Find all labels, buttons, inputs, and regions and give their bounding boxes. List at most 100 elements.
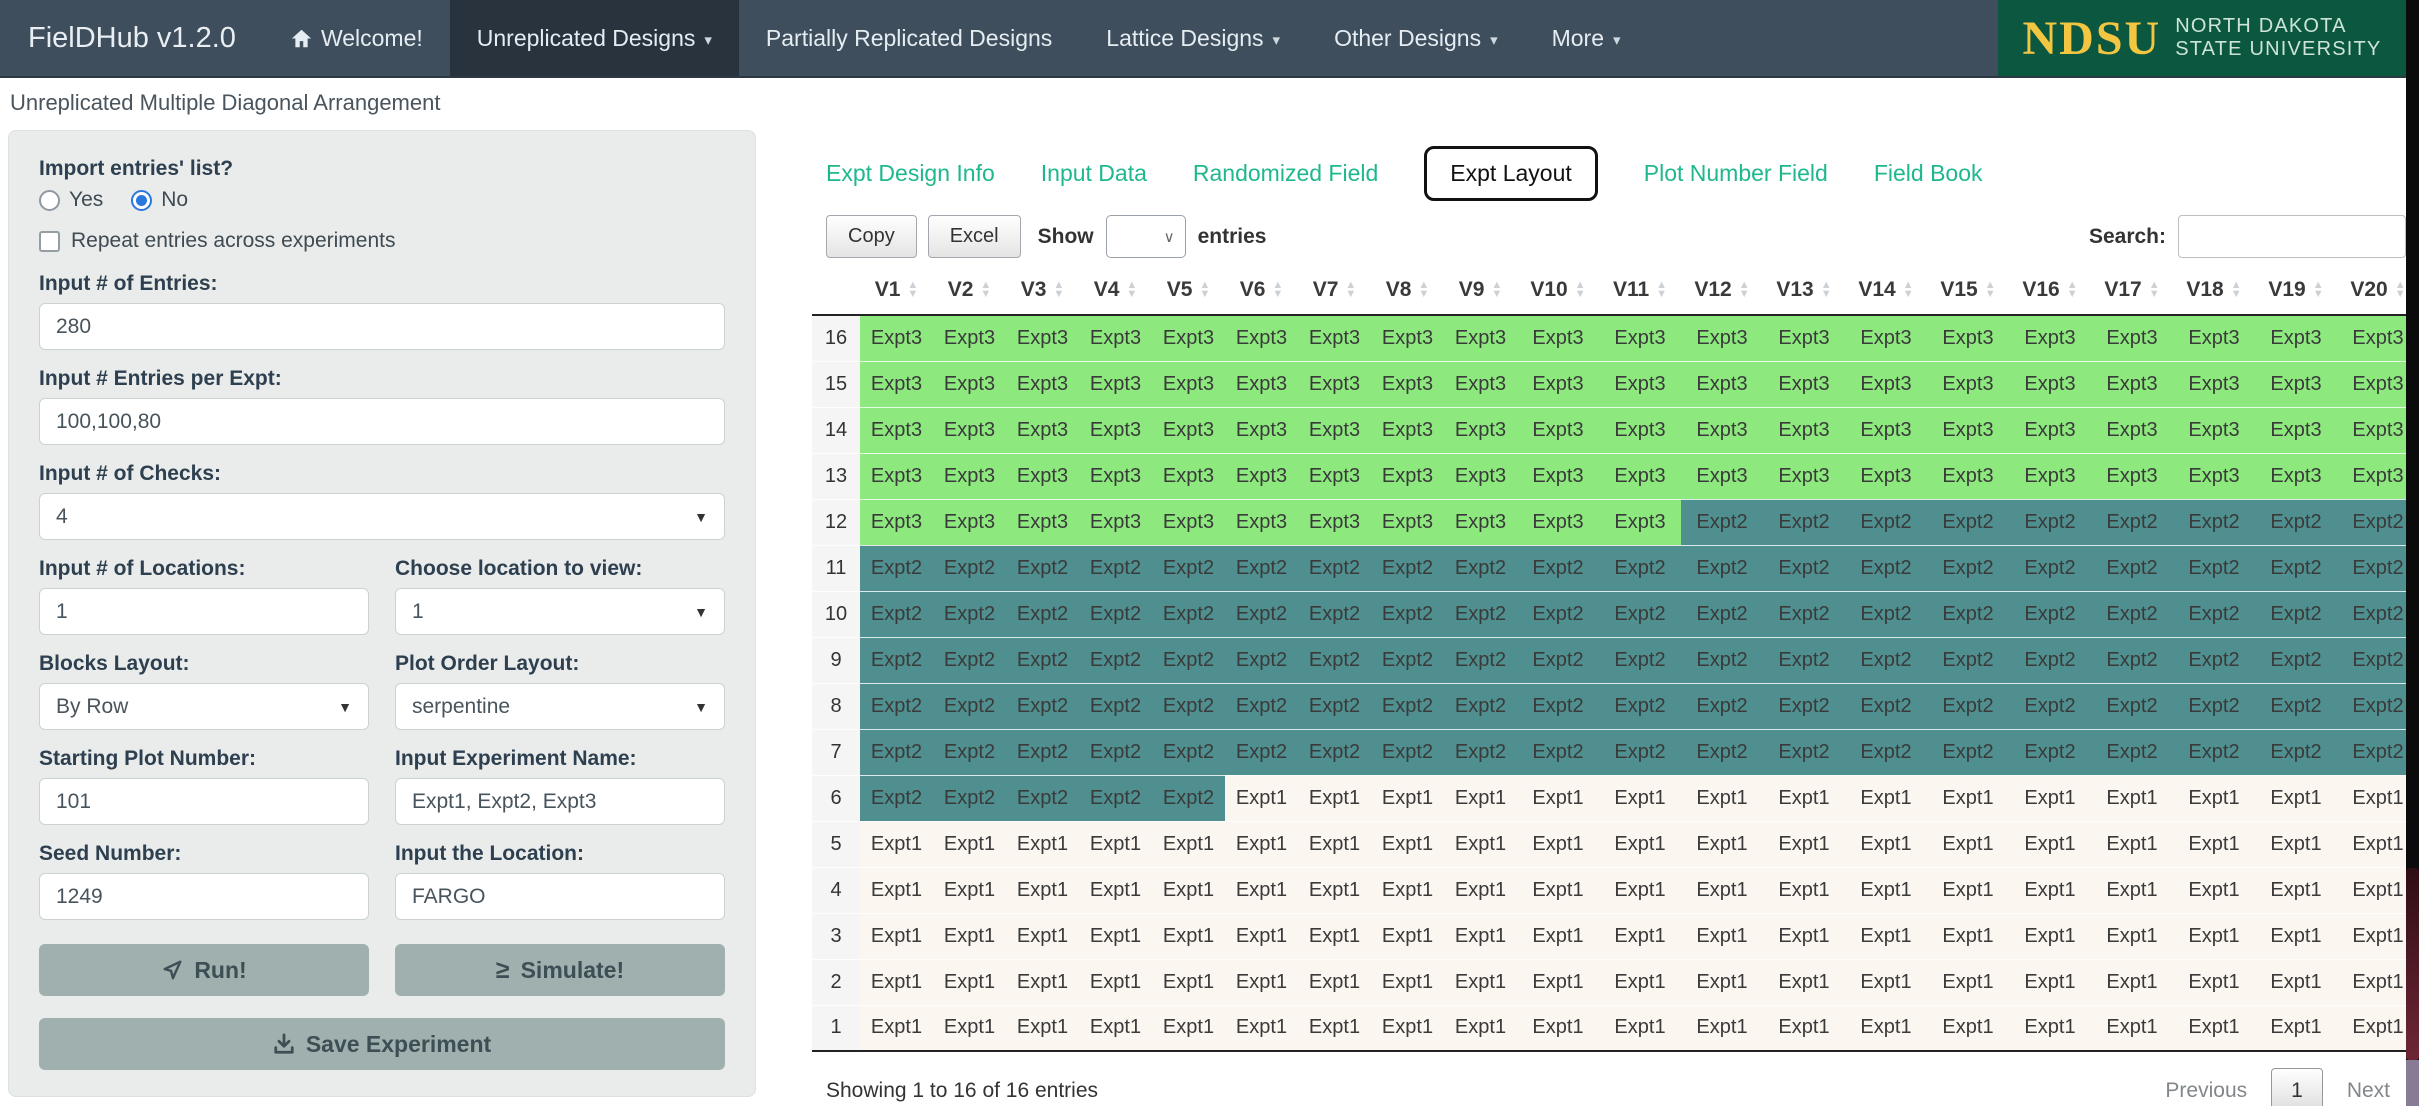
table-cell: Expt2: [1006, 729, 1079, 775]
table-cell: Expt3: [1225, 315, 1298, 361]
column-header-v9[interactable]: V9▲▼: [1444, 268, 1517, 315]
location-view-select[interactable]: 1 ▼: [395, 588, 725, 635]
excel-button[interactable]: Excel: [928, 215, 1021, 258]
previous-page-button[interactable]: Previous: [2149, 1069, 2263, 1106]
save-experiment-button[interactable]: Save Experiment: [39, 1018, 725, 1070]
table-cell: Expt1: [2255, 775, 2337, 821]
column-header-v3[interactable]: V3▲▼: [1006, 268, 1079, 315]
row-number-cell: 13: [812, 453, 860, 499]
table-cell: Expt2: [1444, 729, 1517, 775]
column-header-v19[interactable]: V19▲▼: [2255, 268, 2337, 315]
column-header-v16[interactable]: V16▲▼: [2009, 268, 2091, 315]
table-cell: Expt1: [1079, 821, 1152, 867]
sort-icon: ▲▼: [1656, 281, 1667, 299]
column-header-v11[interactable]: V11 ▲▼: [1599, 268, 1681, 315]
row-number-cell: 7: [812, 729, 860, 775]
column-header-v12[interactable]: V12▲▼: [1681, 268, 1763, 315]
nav-item-unreplicated-designs[interactable]: Unreplicated Designs▾: [450, 0, 739, 76]
radio-no-circle[interactable]: [131, 190, 152, 211]
table-cell: Expt3: [1298, 407, 1371, 453]
column-header-label: V11: [1613, 278, 1649, 302]
column-header-v18[interactable]: V18▲▼: [2173, 268, 2255, 315]
tab-input-data[interactable]: Input Data: [1041, 148, 1147, 199]
table-row: 15Expt3Expt3Expt3Expt3Expt3Expt3Expt3Exp…: [812, 361, 2419, 407]
column-header-v14[interactable]: V14▲▼: [1845, 268, 1927, 315]
column-header-v5[interactable]: V5▲▼: [1152, 268, 1225, 315]
num-checks-select[interactable]: 4 ▼: [39, 493, 725, 540]
table-cell: Expt3: [933, 315, 1006, 361]
table-cell: Expt1: [2173, 821, 2255, 867]
tab-plot-number-field[interactable]: Plot Number Field: [1644, 148, 1828, 199]
column-header-v8[interactable]: V8▲▼: [1371, 268, 1444, 315]
seed-number-input[interactable]: [39, 873, 369, 920]
starting-plot-input[interactable]: [39, 778, 369, 825]
run-button[interactable]: Run!: [39, 944, 369, 996]
nav-item-partially-replicated-designs[interactable]: Partially Replicated Designs: [739, 0, 1079, 76]
page-1-button[interactable]: 1: [2271, 1068, 2323, 1106]
row-number-cell: 3: [812, 913, 860, 959]
table-cell: Expt2: [1006, 775, 1079, 821]
column-header-v17[interactable]: V17▲▼: [2091, 268, 2173, 315]
table-cell: Expt1: [860, 867, 933, 913]
repeat-entries-checkbox[interactable]: [39, 231, 60, 252]
table-cell: Expt1: [2173, 867, 2255, 913]
page-length-select[interactable]: ∨: [1106, 215, 1186, 258]
simulate-button[interactable]: ≥ Simulate!: [395, 944, 725, 996]
next-page-button[interactable]: Next: [2331, 1069, 2406, 1106]
column-header-v6[interactable]: V6▲▼: [1225, 268, 1298, 315]
blocks-layout-select[interactable]: By Row ▼: [39, 683, 369, 730]
row-number-cell: 2: [812, 959, 860, 1005]
table-cell: Expt3: [1298, 361, 1371, 407]
experiment-name-input[interactable]: [395, 778, 725, 825]
scrollbar-thumb[interactable]: [2406, 868, 2419, 1060]
num-locations-input[interactable]: [39, 588, 369, 635]
table-cell: Expt2: [1079, 683, 1152, 729]
table-cell: Expt3: [1079, 407, 1152, 453]
table-cell: Expt2: [1517, 591, 1599, 637]
radio-yes[interactable]: Yes: [39, 188, 103, 212]
column-header-v2[interactable]: V2▲▼: [933, 268, 1006, 315]
table-cell: Expt1: [1298, 1005, 1371, 1051]
tab-randomized-field[interactable]: Randomized Field: [1193, 148, 1378, 199]
table-cell: Expt3: [1225, 361, 1298, 407]
column-header-v7[interactable]: V7▲▼: [1298, 268, 1371, 315]
nav-item-lattice-designs[interactable]: Lattice Designs▾: [1079, 0, 1307, 76]
nav-item-other-designs[interactable]: Other Designs▾: [1307, 0, 1525, 76]
table-cell: Expt2: [860, 637, 933, 683]
repeat-entries-checkbox-row[interactable]: Repeat entries across experiments: [39, 229, 725, 253]
table-cell: Expt2: [2009, 545, 2091, 591]
table-cell: Expt3: [1225, 499, 1298, 545]
column-header-v1[interactable]: V1▲▼: [860, 268, 933, 315]
column-header-v13[interactable]: V13▲▼: [1763, 268, 1845, 315]
table-cell: Expt3: [1225, 407, 1298, 453]
download-icon: [273, 1033, 295, 1055]
table-cell: Expt1: [1599, 1005, 1681, 1051]
table-cell: Expt1: [1927, 867, 2009, 913]
column-header-v4[interactable]: V4▲▼: [1079, 268, 1152, 315]
table-cell: Expt2: [1681, 545, 1763, 591]
nav-item-label: Welcome!: [321, 25, 423, 52]
sort-icon: ▲▼: [1491, 281, 1502, 299]
table-cell: Expt1: [1927, 959, 2009, 1005]
radio-no[interactable]: No: [131, 188, 188, 212]
nav-item-welcome[interactable]: Welcome!: [264, 0, 450, 76]
table-cell: Expt2: [2173, 499, 2255, 545]
column-header-v15[interactable]: V15▲▼: [1927, 268, 2009, 315]
num-entries-input[interactable]: [39, 303, 725, 350]
app-brand[interactable]: FielDHub v1.2.0: [0, 0, 264, 76]
input-location-input[interactable]: [395, 873, 725, 920]
radio-yes-circle[interactable]: [39, 190, 60, 211]
nav-item-more[interactable]: More▾: [1525, 0, 1648, 76]
copy-button[interactable]: Copy: [826, 215, 917, 258]
table-cell: Expt1: [1517, 1005, 1599, 1051]
tab-expt-design-info[interactable]: Expt Design Info: [826, 148, 995, 199]
tab-field-book[interactable]: Field Book: [1874, 148, 1983, 199]
table-row: 9Expt2Expt2Expt2Expt2Expt2Expt2Expt2Expt…: [812, 637, 2419, 683]
window-scrollbar-track[interactable]: [2406, 0, 2419, 1106]
column-header-label: V18: [2186, 278, 2223, 302]
search-input[interactable]: [2178, 215, 2406, 258]
column-header-v10[interactable]: V10▲▼: [1517, 268, 1599, 315]
tab-expt-layout[interactable]: Expt Layout: [1424, 146, 1597, 201]
entries-per-expt-input[interactable]: [39, 398, 725, 445]
plot-order-select[interactable]: serpentine ▼: [395, 683, 725, 730]
